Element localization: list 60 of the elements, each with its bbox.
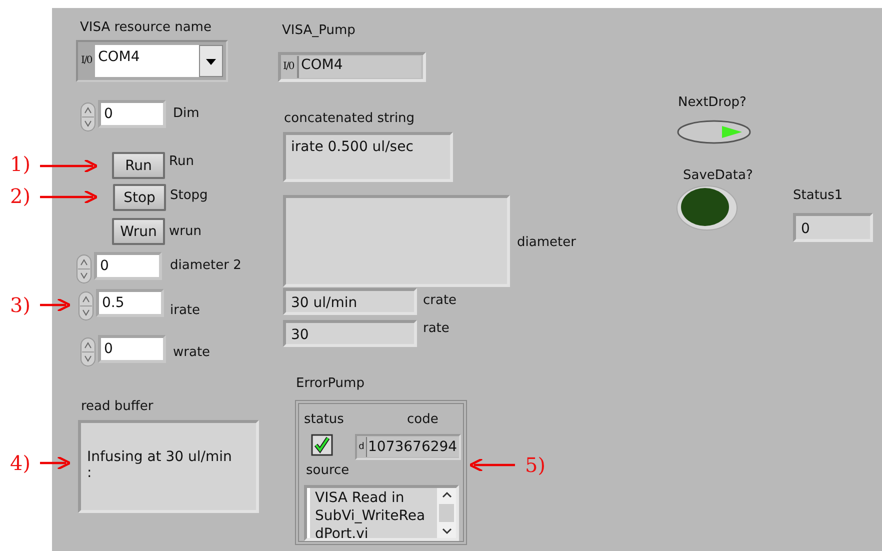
numeric-field[interactable]: 0: [98, 335, 166, 363]
callout-number: 2): [10, 184, 31, 208]
numeric-field[interactable]: 0: [94, 252, 162, 280]
value-indicator: 30 ul/min: [283, 288, 417, 315]
push-button[interactable]: Stop: [113, 184, 166, 211]
caret-icon[interactable]: [199, 45, 223, 77]
control-label: wrun: [169, 224, 202, 239]
control-label: Run: [169, 154, 194, 169]
toggle-switch[interactable]: [676, 119, 752, 145]
numeric-field[interactable]: 0.5: [96, 289, 164, 317]
callout-number: 4): [10, 451, 31, 475]
push-button[interactable]: Run: [112, 152, 165, 179]
radix-prefix: d: [358, 442, 366, 452]
callout-arrow: [40, 457, 70, 469]
callout-number: 1): [10, 152, 31, 176]
indicator-label: Status1: [793, 188, 843, 203]
control-label: Stopg: [170, 188, 208, 203]
cluster-label: ErrorPump: [296, 376, 364, 391]
indicator-label: SaveData?: [683, 168, 753, 183]
source-text: SubVi_WriteRea: [315, 507, 426, 525]
control-label: wrate: [173, 345, 210, 360]
indicator-label: diameter: [517, 235, 576, 250]
field-label: code: [407, 412, 438, 427]
value-indicator: 0: [793, 213, 873, 242]
control-label: diameter 2: [170, 258, 242, 273]
callout-number: 3): [10, 293, 31, 317]
resource-dropdown[interactable]: I/0 COM4: [76, 40, 228, 82]
source-text: dPort.vi: [315, 525, 370, 538]
scrollbar[interactable]: [437, 488, 456, 538]
spinner-control[interactable]: [78, 291, 94, 321]
field-label: status: [304, 412, 344, 427]
resource-indicator: I/0 COM4: [278, 52, 426, 82]
indicator-label: VISA_Pump: [282, 23, 356, 38]
indicator-label: rate: [423, 321, 450, 336]
indicator-label: concatenated string: [284, 111, 415, 126]
numeric-field[interactable]: 0: [98, 100, 166, 128]
string-indicator: irate 0.500 ul/sec: [283, 132, 453, 182]
spinner-control[interactable]: [76, 254, 92, 284]
callout-arrow: [40, 299, 70, 311]
control-label: Dim: [173, 106, 200, 121]
source-text: VISA Read in: [315, 489, 406, 507]
field-label: source: [306, 463, 350, 478]
push-button[interactable]: Wrun: [112, 218, 165, 245]
status-checkbox[interactable]: [311, 434, 333, 456]
indicator-label: NextDrop?: [678, 95, 746, 110]
callout-arrow: [40, 191, 97, 203]
buffer-text: Infusing at 30 ul/min: [87, 449, 233, 465]
callout-arrow: [40, 160, 97, 172]
control-label: VISA resource name: [80, 20, 212, 35]
indicator-label: read buffer: [81, 399, 154, 414]
indicator-label: crate: [423, 293, 457, 308]
code-value: 1073676294: [366, 437, 459, 457]
spinner-control[interactable]: [80, 337, 96, 367]
callout-arrow: [470, 459, 515, 471]
value-indicator: 30: [283, 320, 417, 347]
spinner-control[interactable]: [80, 102, 96, 132]
callout-number: 5): [525, 453, 546, 477]
control-label: irate: [170, 303, 200, 318]
io-prefix: I/0: [81, 56, 93, 66]
buffer-text: :: [87, 465, 93, 481]
